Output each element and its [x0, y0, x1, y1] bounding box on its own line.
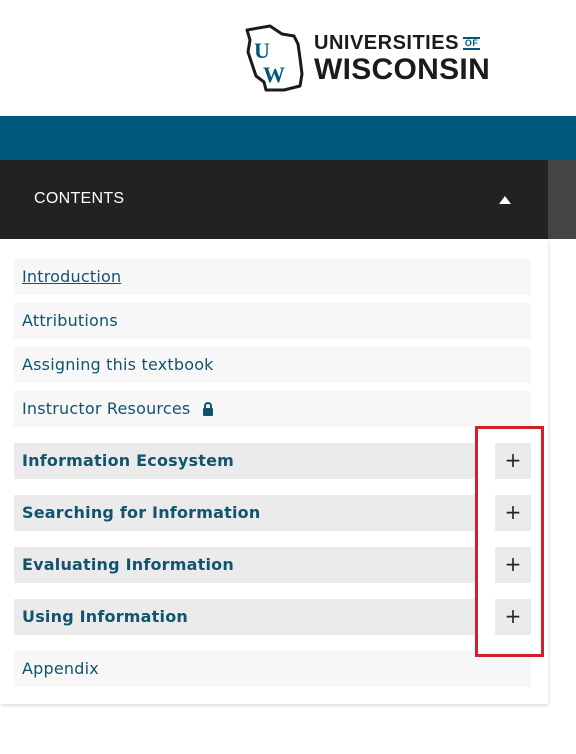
toc-item[interactable]: Assigning this textbook	[14, 347, 531, 383]
uw-logo[interactable]: U W UNIVERSITIES OF WISCONSIN	[244, 24, 490, 94]
toc-item-link[interactable]: Instructor Resources	[22, 399, 190, 418]
toc-item-link[interactable]: Assigning this textbook	[22, 355, 214, 374]
toc-collapse-button[interactable]	[488, 185, 522, 215]
nav-bar	[0, 116, 576, 160]
toc-chapter-item[interactable]: Using Information	[14, 599, 476, 635]
toc-item[interactable]: Introduction	[14, 259, 531, 295]
toc-chapter-label: Information Ecosystem	[22, 451, 234, 470]
plus-icon: +	[504, 604, 522, 628]
toc-header[interactable]: CONTENTS	[0, 160, 548, 239]
plus-icon: +	[504, 500, 522, 524]
logo-letter-u: U	[254, 38, 270, 63]
toc-chapter-item[interactable]: Searching for Information	[14, 495, 476, 531]
wordmark: UNIVERSITIES OF WISCONSIN	[314, 33, 490, 85]
toc-chapter-label: Evaluating Information	[22, 555, 234, 574]
toc-item-link[interactable]: Introduction	[22, 267, 121, 286]
expand-chapter-button[interactable]: +	[495, 495, 531, 531]
expand-chapter-button[interactable]: +	[495, 599, 531, 635]
wisconsin-state-icon: U W	[245, 24, 304, 92]
triangle-up-icon	[499, 196, 511, 204]
toc-item[interactable]: Instructor Resources	[14, 391, 531, 427]
wordmark-of: OF	[462, 36, 481, 50]
toc-item[interactable]: Appendix	[14, 651, 531, 687]
toc-item[interactable]: Attributions	[14, 303, 531, 339]
wordmark-universities: UNIVERSITIES	[314, 32, 459, 54]
svg-text:W: W	[263, 62, 285, 87]
wordmark-wisconsin: WISCONSIN	[314, 53, 491, 86]
toc-chapter-item[interactable]: Evaluating Information	[14, 547, 476, 583]
site-header: U W UNIVERSITIES OF WISCONSIN	[0, 0, 576, 116]
expand-chapter-button[interactable]: +	[495, 443, 531, 479]
plus-icon: +	[504, 552, 522, 576]
toc-chapter-item[interactable]: Information Ecosystem	[14, 443, 476, 479]
expand-chapter-button[interactable]: +	[495, 547, 531, 583]
toc-chapter-label: Searching for Information	[22, 503, 261, 522]
toc-item-link[interactable]: Attributions	[22, 311, 118, 330]
toc-chapter-label: Using Information	[22, 607, 188, 626]
toc-item-link[interactable]: Appendix	[22, 659, 99, 678]
toc-heading: CONTENTS	[34, 190, 125, 207]
scrollbar[interactable]	[548, 160, 576, 239]
lock-icon	[203, 402, 213, 416]
plus-icon: +	[504, 448, 522, 472]
